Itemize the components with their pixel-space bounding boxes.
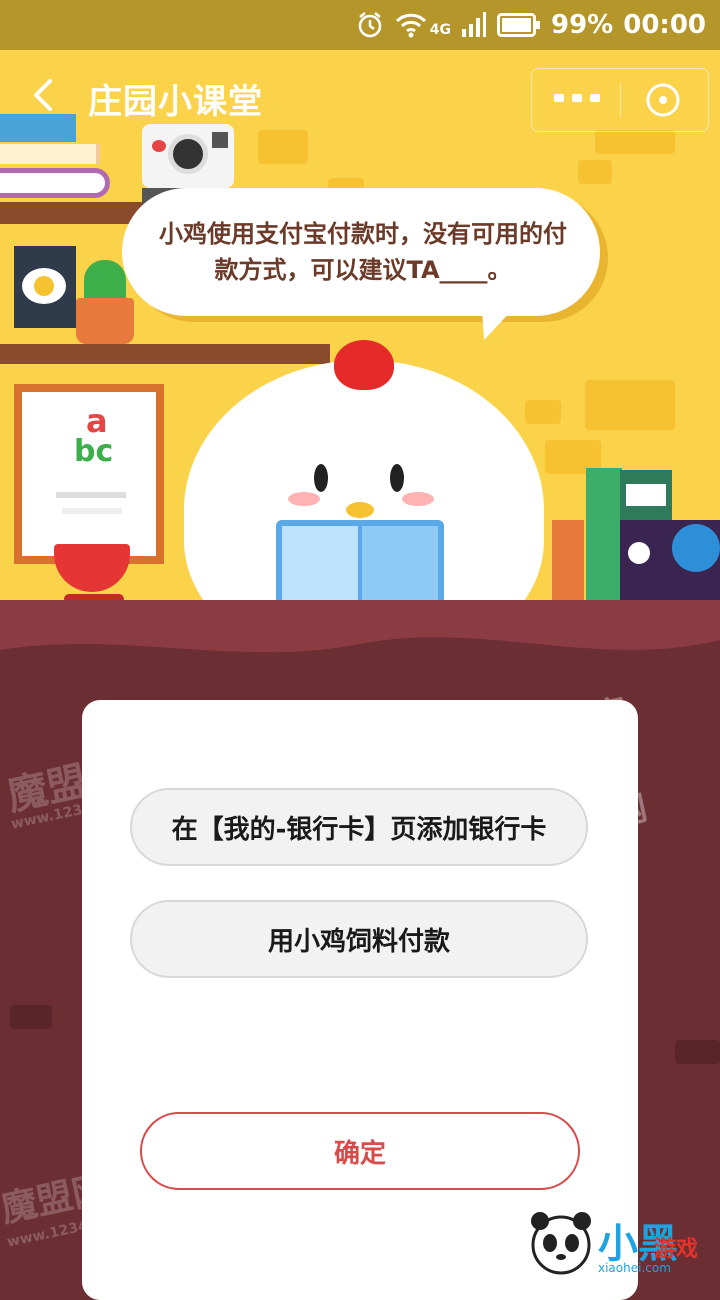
book-stack xyxy=(0,114,76,142)
chicken-cheek xyxy=(288,492,320,506)
status-bar: 4G 99% 00:00 xyxy=(0,0,720,50)
chicken-eye-left xyxy=(314,464,328,492)
battery-percent: 99% xyxy=(551,10,614,40)
chicken-beak xyxy=(346,502,374,518)
wifi-icon xyxy=(395,13,426,38)
question-bubble: 小鸡使用支付宝付款时，没有可用的付款方式，可以建议TA____。 xyxy=(122,188,600,316)
book-right xyxy=(552,520,584,605)
wall-brick xyxy=(585,380,675,430)
panda-icon xyxy=(531,1212,591,1275)
mini-program-capsule xyxy=(531,68,709,132)
shelf-middle xyxy=(0,344,330,364)
capsule-divider xyxy=(620,83,621,117)
answer-option-2[interactable]: 用小鸡饲料付款 xyxy=(130,900,588,978)
bg-brick xyxy=(10,1005,52,1029)
chicken-cheek xyxy=(402,492,434,506)
signal-icon xyxy=(462,12,486,37)
wall-brick xyxy=(258,130,308,164)
book-right xyxy=(586,468,622,605)
globe xyxy=(672,524,720,572)
close-icon[interactable] xyxy=(644,81,682,119)
wall-brick xyxy=(595,130,675,154)
chicken-eye-right xyxy=(390,464,404,492)
xiaohei-logo: 小黑 游戏 xiaohei.com xyxy=(528,1205,720,1280)
logo-url: xiaohei.com xyxy=(598,1261,671,1275)
bg-brick xyxy=(675,1040,720,1064)
status-right: 4G 99% 00:00 xyxy=(356,0,706,50)
more-icon[interactable] xyxy=(554,91,600,105)
battery-icon xyxy=(497,13,540,37)
book-stack xyxy=(0,168,110,198)
wave-divider xyxy=(0,600,720,653)
alarm-icon xyxy=(358,12,382,38)
camera xyxy=(142,124,234,188)
logo-brand-sub: 游戏 xyxy=(654,1237,699,1262)
egg-picture xyxy=(14,246,76,328)
scene-illustration: a bc xyxy=(0,50,720,605)
frame-letters-bc: bc xyxy=(74,434,114,469)
open-book xyxy=(276,520,444,605)
wall-brick xyxy=(578,160,612,184)
teacup xyxy=(54,544,130,592)
page-title: 庄园小课堂 xyxy=(88,82,263,122)
question-text: 小鸡使用支付宝付款时，没有可用的付款方式，可以建议TA____。 xyxy=(159,220,567,284)
answer-option-1[interactable]: 在【我的-银行卡】页添加银行卡 xyxy=(130,788,588,866)
chicken-comb xyxy=(334,340,394,390)
book-stack xyxy=(0,144,100,164)
bubble-tail xyxy=(482,308,514,340)
network-label: 4G xyxy=(429,22,451,38)
wall-brick xyxy=(525,400,561,424)
back-icon[interactable] xyxy=(26,78,60,112)
watermark: 魔盟网 xyxy=(588,692,651,835)
flower-pot xyxy=(76,298,134,344)
abc-frame: a bc xyxy=(14,384,164,564)
clock: 00:00 xyxy=(623,10,706,40)
confirm-button[interactable]: 确定 xyxy=(140,1112,580,1190)
